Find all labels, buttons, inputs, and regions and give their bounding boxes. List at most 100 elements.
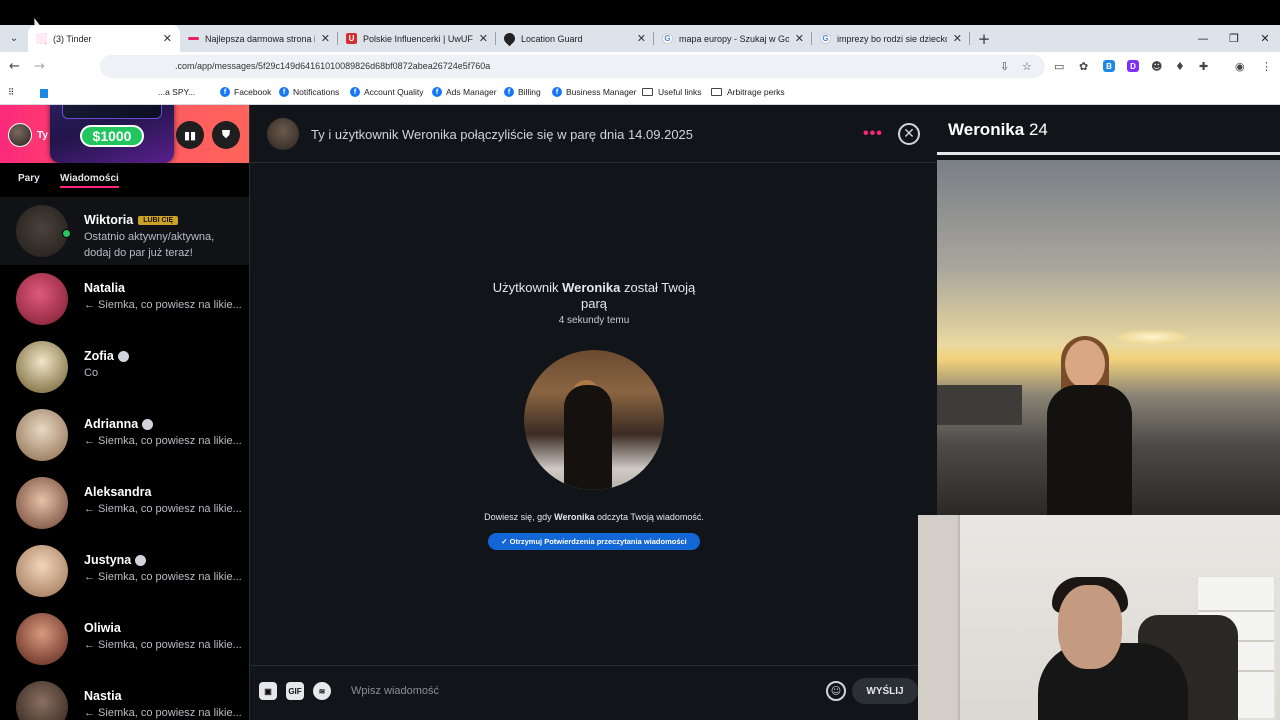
conversation-item[interactable]: Natalia ← Siemka, co powiesz na likie...: [0, 265, 249, 333]
bookmark-notifications[interactable]: f Notifications: [279, 87, 339, 97]
tab-close-icon[interactable]: ✕: [637, 32, 646, 45]
tab-messages[interactable]: Wiadomości: [60, 173, 119, 188]
tab-google-imprezy[interactable]: G imprezy bo rodzi sie dziecko - S ✕: [812, 25, 970, 52]
tab-najlepsza[interactable]: Najlepsza darmowa strona i ap ✕: [180, 25, 338, 52]
match-time: 4 sekundy temu: [558, 315, 630, 326]
close-chat-button[interactable]: ✕: [898, 123, 920, 145]
my-profile-label[interactable]: Ty: [37, 130, 48, 141]
verified-icon: [142, 418, 154, 430]
maximize-button[interactable]: ❐: [1218, 25, 1250, 52]
conversation-name: Aleksandra: [84, 485, 152, 499]
message-input[interactable]: [351, 682, 811, 700]
bookmark-label: Useful links: [658, 87, 702, 97]
bookmark-spy[interactable]: ...a SPY...: [158, 87, 195, 97]
send-button[interactable]: WYŚLIJ: [852, 678, 918, 704]
conversation-item[interactable]: Justyna ← Siemka, co powiesz na likie...: [0, 537, 249, 605]
gif-button[interactable]: GIF: [286, 682, 304, 700]
extension-blue-icon[interactable]: B: [1103, 60, 1115, 72]
facebook-icon: f: [350, 87, 360, 97]
screen-top-bar: [0, 0, 1280, 25]
tab-matches[interactable]: Pary: [18, 173, 40, 184]
site-favicon-icon: [188, 37, 199, 40]
forward-arrow-icon[interactable]: →: [34, 59, 45, 74]
bookmark-facebook[interactable]: f Facebook: [220, 87, 271, 97]
extension-purple-icon[interactable]: D: [1127, 60, 1139, 72]
profile-icon[interactable]: ◉: [1235, 60, 1245, 73]
tab-title: Location Guard: [521, 33, 583, 44]
location-guard-extension-icon[interactable]: ♦: [1175, 60, 1185, 73]
tab-title: Najlepsza darmowa strona i ap: [205, 33, 315, 44]
bookmark-label: Notifications: [293, 87, 340, 97]
bookmark-star-icon[interactable]: ☆: [1022, 60, 1032, 73]
photo-progress-bar: [937, 152, 1280, 155]
bookmark-useful-links[interactable]: Useful links: [642, 87, 701, 97]
extensions-puzzle-icon[interactable]: ✚: [1199, 60, 1208, 73]
minimize-button[interactable]: —: [1187, 25, 1219, 52]
match-photo[interactable]: [524, 350, 664, 490]
tab-close-icon[interactable]: ✕: [953, 32, 962, 45]
conversation-preview: ← Siemka, co powiesz na likie...: [84, 299, 242, 311]
install-app-icon[interactable]: ⇩: [1000, 60, 1009, 73]
promo-overlay[interactable]: $1000: [50, 105, 174, 163]
profile-name: Weronika 24: [948, 120, 1048, 139]
match-avatar[interactable]: [267, 118, 299, 150]
location-pin-icon: [501, 30, 518, 47]
browser-menu-icon[interactable]: ⋮: [1261, 60, 1272, 73]
conversation-name: Nastia: [84, 689, 122, 703]
tab-close-icon[interactable]: ✕: [795, 32, 804, 45]
omnibox[interactable]: .com/app/messages/5f29c149d6416101008982…: [100, 55, 1045, 78]
bookmark-label: Business Manager: [566, 87, 637, 97]
url-text[interactable]: .com/app/messages/5f29c149d6416101008982…: [175, 61, 490, 71]
read-receipts-button[interactable]: ✓ Otrzymuj Potwierdzenia przeczytania wi…: [488, 533, 700, 550]
more-options-icon[interactable]: •••: [863, 125, 883, 143]
tab-location-guard[interactable]: Location Guard ✕: [496, 25, 654, 52]
spotify-icon[interactable]: ≋: [313, 682, 331, 700]
tab-uwufufu[interactable]: U Polskie Influencerki | UwUFUFU ✕: [338, 25, 496, 52]
conversation-name: Natalia: [84, 281, 125, 295]
video-icon[interactable]: ▭: [1054, 60, 1064, 73]
online-indicator-icon: [62, 229, 71, 238]
avatar: [16, 477, 68, 529]
sticker-icon[interactable]: ▣: [259, 682, 277, 700]
likes-you-badge: LUBI CIĘ: [138, 215, 179, 225]
apps-grid-icon[interactable]: ⠿: [8, 87, 14, 98]
conversation-preview: ← Siemka, co powiesz na likie...: [84, 707, 242, 719]
tab-close-icon[interactable]: ✕: [479, 32, 488, 45]
bookmark-ads-manager[interactable]: f Ads Manager: [432, 87, 497, 97]
explore-icon[interactable]: ▮▮: [176, 121, 204, 149]
match-announcement-line2: parą: [580, 296, 608, 311]
conversation-item[interactable]: Oliwia ← Siemka, co powiesz na likie...: [0, 605, 249, 673]
bookmark-blue-icon[interactable]: [40, 89, 48, 98]
bookmarks-bar: ⠿ ...a SPY... f Facebook f Notifications f…: [0, 81, 1280, 105]
bookmark-account-quality[interactable]: f Account Quality: [350, 87, 424, 97]
bookmark-arbitrage-perks[interactable]: Arbitrage perks: [711, 87, 785, 97]
conversation-item[interactable]: Nastia ← Siemka, co powiesz na likie...: [0, 673, 249, 720]
tab-close-icon[interactable]: ✕: [163, 32, 172, 45]
safety-shield-icon[interactable]: ⛊: [212, 121, 240, 149]
conversation-item[interactable]: Aleksandra ← Siemka, co powiesz na likie…: [0, 469, 249, 537]
conversation-item[interactable]: Adrianna ← Siemka, co powiesz na likie..…: [0, 401, 249, 469]
folder-icon: [711, 88, 722, 96]
google-favicon-icon: G: [820, 33, 831, 44]
bookmark-business-manager[interactable]: f Business Manager: [552, 87, 636, 97]
emoji-icon[interactable]: ☺: [826, 681, 846, 701]
extension-color-icon[interactable]: ✿: [1079, 60, 1088, 73]
tab-title: Polskie Influencerki | UwUFUFU: [363, 33, 473, 44]
avatar: [16, 409, 68, 461]
profile-photo[interactable]: [937, 160, 1280, 515]
tab-search-button[interactable]: ⌄: [0, 25, 28, 52]
conversation-item[interactable]: Zofia Co: [0, 333, 249, 401]
bookmark-label: Ads Manager: [446, 87, 497, 97]
window-close-button[interactable]: ✕: [1249, 25, 1280, 52]
bookmark-billing[interactable]: f Billing: [504, 87, 541, 97]
conversation-item[interactable]: Wiktoria LUBI CIĘ Ostatnio aktywny/aktywn…: [0, 197, 249, 265]
conversation-preview: ← Siemka, co powiesz na likie...: [84, 639, 242, 651]
verified-icon: [117, 350, 129, 362]
tab-google-mapa[interactable]: G mapa europy - Szukaj w Google ✕: [654, 25, 812, 52]
back-arrow-icon[interactable]: ←: [9, 59, 20, 74]
new-tab-button[interactable]: +: [970, 30, 998, 48]
my-avatar[interactable]: [8, 123, 32, 147]
extension-spy-icon[interactable]: ☻: [1151, 60, 1162, 73]
tab-close-icon[interactable]: ✕: [321, 32, 330, 45]
facebook-icon: f: [552, 87, 562, 97]
